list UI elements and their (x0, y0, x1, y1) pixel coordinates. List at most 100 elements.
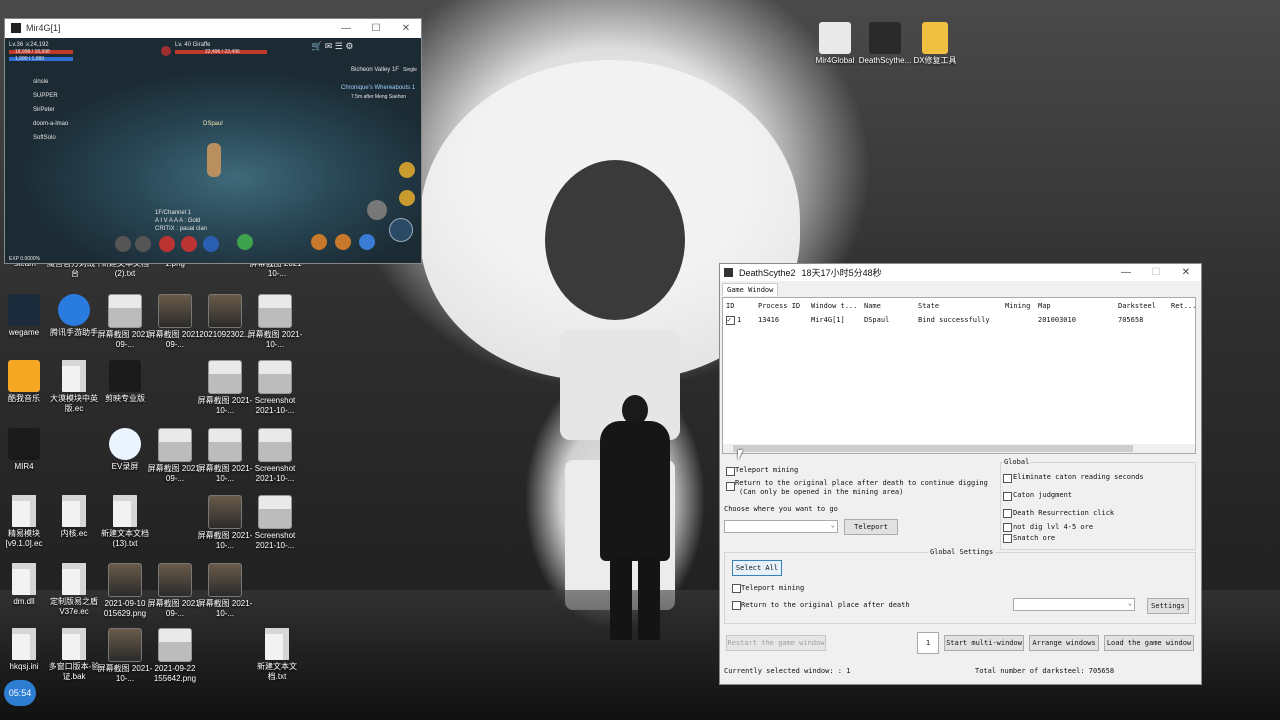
column-header[interactable]: State (918, 302, 939, 310)
tool-window-title: DeathScythe2 (739, 267, 796, 278)
desktop-icon-screenshot[interactable]: 屏幕截图 2021-10-... (246, 294, 304, 350)
desktop-icon-ec-file[interactable]: 大漠模块中英版.ec (45, 360, 103, 414)
compass-icon[interactable] (389, 218, 413, 242)
column-header[interactable]: Mining (1005, 302, 1030, 310)
maximize-icon[interactable]: ☐ (361, 23, 391, 34)
desktop-icon-screenshot[interactable]: Screenshot 2021-10-... (246, 495, 304, 551)
folder-icon (922, 22, 948, 54)
menu-icon[interactable]: ☰ (335, 41, 343, 51)
column-header[interactable]: Darksteel (1118, 302, 1156, 310)
shop-icon[interactable]: 🛒 (311, 41, 322, 51)
skill-fire-icon[interactable] (311, 234, 327, 250)
potion-icon[interactable] (203, 236, 219, 252)
tab-game-window[interactable]: Game Window (722, 283, 779, 296)
desktop-icon-kernel[interactable]: 内核.ec (45, 495, 103, 539)
desktop-icon-jianying[interactable]: 剪映专业版 (96, 360, 154, 404)
desktop-icon-screenshot[interactable]: 屏幕截图 2021-10-... (196, 563, 254, 619)
arrange-windows-button[interactable]: Arrange windows (1029, 635, 1099, 651)
column-header[interactable]: Ret... (1171, 302, 1196, 310)
game-window-titlebar[interactable]: Mir4G[1] — ☐ ✕ (5, 19, 421, 37)
window-count-input[interactable]: 1 (917, 632, 939, 654)
maximize-icon[interactable]: ☐ (1141, 267, 1171, 278)
start-multi-window-button[interactable]: Start multi-window (944, 635, 1024, 651)
game-window-list[interactable]: ID Process ID Window t... Name State Min… (722, 297, 1196, 454)
scrollbar-thumb[interactable] (733, 445, 1133, 452)
wallpaper-man-silhouette (590, 395, 680, 645)
gs-teleport-mining-label: Teleport mining (741, 584, 805, 592)
column-header[interactable]: Window t... (811, 302, 857, 310)
desktop-icon-txt13[interactable]: 新建文本文档 (13).txt (96, 495, 154, 549)
mir4-icon (8, 428, 40, 460)
desktop-icon-txt-new[interactable]: 新建文本文档.txt (248, 628, 306, 682)
image-file-icon (108, 563, 142, 597)
settings-button[interactable]: Settings (1147, 598, 1189, 614)
desktop-icon-tencent[interactable]: 腾讯手游助手 (45, 294, 103, 338)
minimize-icon[interactable]: — (331, 23, 361, 34)
channel-mode[interactable]: Single (403, 67, 417, 73)
party-member[interactable]: SoftSolo (33, 135, 56, 141)
teleport-button[interactable]: Teleport (844, 519, 898, 535)
potion-icon[interactable] (181, 236, 197, 252)
game-window-title: Mir4G[1] (26, 23, 61, 33)
auto-attack-icon[interactable] (237, 234, 253, 250)
game-scene[interactable]: Lv.36 ⚔24,192 18,998 / 18,998 1,990 / 1,… (5, 38, 421, 263)
return-continue-checkbox[interactable] (726, 482, 735, 491)
teleport-mining-checkbox[interactable] (726, 467, 735, 476)
chat-line: 1F/Channel 1 (155, 210, 192, 216)
mail-icon[interactable]: ✉ (325, 41, 333, 51)
settings-file-icon (12, 563, 36, 595)
desktop-icon-png-file[interactable]: 2021-09-22 155642.png (146, 628, 204, 684)
main-attack-icon[interactable] (367, 200, 387, 220)
horizontal-scrollbar[interactable] (723, 444, 1195, 453)
potion-icon[interactable] (159, 236, 175, 252)
player-power: 24,192 (30, 42, 49, 48)
gear-icon[interactable]: ⚙ (345, 41, 353, 51)
option-label: Eliminate caton reading seconds (1013, 473, 1144, 481)
party-member[interactable]: SirPeter (33, 107, 55, 113)
option-checkbox[interactable] (1003, 523, 1012, 532)
skill-ice-icon[interactable] (359, 234, 375, 250)
image-file-icon (258, 294, 292, 328)
player-character[interactable] (207, 143, 221, 177)
party-member[interactable]: slnsle (33, 79, 48, 85)
gs-return-checkbox[interactable] (732, 601, 741, 610)
desktop-icon-dx-repair[interactable]: DX修复工具 (906, 22, 964, 66)
desktop-icon-ec-custom[interactable]: 定制版易之盾V37e.ec (45, 563, 103, 617)
restart-game-window-button[interactable]: Restart the game window (726, 635, 826, 651)
quest-title[interactable]: Chronique's Whereabouts 1 (341, 85, 415, 91)
gs-teleport-mining-checkbox[interactable] (732, 584, 741, 593)
desktop-icon-screenshot[interactable]: Screenshot 2021-10-... (246, 428, 304, 484)
document-icon (62, 495, 86, 527)
game-window[interactable]: Mir4G[1] — ☐ ✕ Lv.36 ⚔24,192 18,998 / 18… (4, 18, 422, 264)
tool-window-titlebar[interactable]: DeathScythe2 18天17小时5分48秒 — ☐ ✕ (720, 264, 1201, 281)
skill-slot-icon[interactable] (135, 236, 151, 252)
desktop-icon-mir4[interactable]: MIR4 (0, 428, 53, 472)
deathscythe-window[interactable]: DeathScythe2 18天17小时5分48秒 — ☐ ✕ Game Win… (719, 263, 1202, 685)
destination-select[interactable]: ⌄ (724, 520, 838, 533)
column-header[interactable]: Process ID (758, 302, 800, 310)
desktop-icon-screenshot[interactable]: Screenshot 2021-10-... (246, 360, 304, 416)
minimize-icon[interactable]: — (1111, 267, 1141, 278)
close-icon[interactable]: ✕ (391, 23, 421, 34)
option-checkbox[interactable] (1003, 492, 1012, 501)
skill-fire-icon[interactable] (335, 234, 351, 250)
party-member[interactable]: doom-a-lmao (33, 121, 68, 127)
load-game-window-button[interactable]: Load the game window (1104, 635, 1194, 651)
close-icon[interactable]: ✕ (1171, 267, 1201, 278)
target-name: Giraffe (192, 42, 211, 48)
column-header[interactable]: Name (864, 302, 881, 310)
player-level: Lv.36 (9, 42, 24, 48)
column-header[interactable]: ID (726, 302, 734, 310)
option-checkbox[interactable] (1003, 509, 1012, 518)
party-member[interactable]: SUPPER (33, 93, 58, 99)
select-all-button[interactable]: Select All (732, 560, 782, 576)
skill-slot-icon[interactable] (115, 236, 131, 252)
option-checkbox[interactable] (1003, 474, 1012, 483)
settings-select[interactable]: ⌄ (1013, 598, 1135, 611)
row-checkbox[interactable]: ✓ (726, 316, 735, 325)
status-total-darksteel: Total number of darksteel: 705658 (975, 667, 1115, 675)
option-checkbox[interactable] (1003, 534, 1012, 543)
column-header[interactable]: Map (1038, 302, 1051, 310)
buff-icon (399, 190, 415, 206)
desktop-icon-bak[interactable]: 多窗口版本-验证.bak (45, 628, 103, 682)
